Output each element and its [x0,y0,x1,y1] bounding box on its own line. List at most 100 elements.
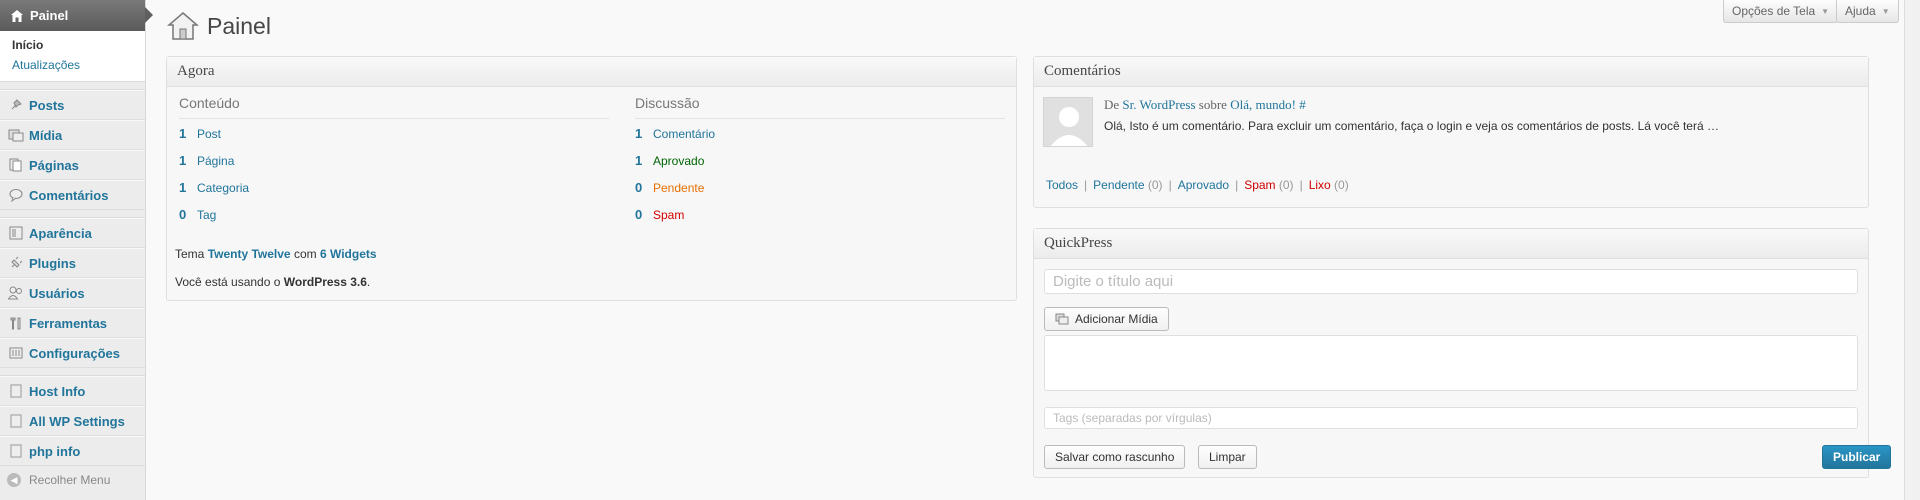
comment-permalink[interactable]: # [1299,97,1306,112]
comment-filters: Todos | Pendente (0) | Aprovado | Spam (… [1046,178,1349,192]
stat-tags[interactable]: 0 Tag [179,207,216,222]
theme-prefix: Tema [175,247,205,261]
stat-categories[interactable]: 1 Categoria [179,180,249,195]
widgets-link[interactable]: 6 Widgets [320,247,377,261]
generic-page-icon [7,383,25,399]
menu-item-comentarios[interactable]: Comentários [0,180,145,210]
home-icon [9,8,25,24]
menu-item-label: Configurações [29,345,121,361]
menu-item-ferramentas[interactable]: Ferramentas [0,308,145,338]
filter-lixo[interactable]: Lixo (0) [1309,178,1349,192]
menu-item-midia[interactable]: Mídia [0,120,145,150]
page-title: Painel [166,10,271,42]
stat-count: 1 [635,153,643,168]
stat-pages[interactable]: 1 Página [179,153,234,168]
vertical-scrollbar[interactable] [1904,0,1920,500]
menu-item-usuarios[interactable]: Usuários [0,278,145,308]
stat-posts[interactable]: 1 Post [179,126,221,141]
appearance-icon [7,225,25,241]
add-media-label: Adicionar Mídia [1075,312,1158,326]
menu-item-plugins[interactable]: Plugins [0,248,145,278]
menu-item-configuracoes[interactable]: Configurações [0,338,145,368]
menu-item-painel[interactable]: Painel [0,0,153,31]
stat-count: 1 [179,153,187,168]
menu-item-label: Host Info [29,383,86,399]
menu-item-label: Páginas [29,157,79,173]
pages-icon [7,157,25,173]
stat-pending[interactable]: 0 Pendente [635,180,704,195]
menu-separator [0,210,145,218]
tags-input[interactable]: Tags (separadas por vírgulas) [1044,407,1858,429]
theme-link[interactable]: Twenty Twelve [208,247,291,261]
menu-item-label: Ferramentas [29,315,108,331]
menu-item-label: Usuários [29,285,85,301]
stat-label: Categoria [197,180,250,195]
content-heading: Conteúdo [179,95,240,111]
discussion-heading: Discussão [635,95,700,111]
comments-title[interactable]: Comentários [1034,57,1868,87]
menu-item-host-info[interactable]: Host Info [0,376,145,406]
stat-label: Pendente [653,180,705,195]
stat-spam[interactable]: 0 Spam [635,207,684,222]
comments-widget: Comentários De Sr. WordPress sobre Olá, … [1033,56,1869,208]
collapse-menu-button[interactable]: ◀ Recolher Menu [0,466,145,494]
help-label: Ajuda [1845,4,1876,18]
divider [635,118,1005,119]
menu-item-aparencia[interactable]: Aparência [0,218,145,248]
stat-comments[interactable]: 1 Comentário [635,126,715,141]
save-draft-button[interactable]: Salvar como rascunho [1044,445,1186,469]
menu-item-label: php info [29,443,81,459]
version-value: WordPress 3.6 [283,275,367,289]
quickpress-title[interactable]: QuickPress [1034,229,1868,259]
version-info: Você está usando o WordPress 3.6. [175,275,370,289]
post-title-input[interactable]: Digite o título aqui [1044,269,1858,294]
stat-approved[interactable]: 1 Aprovado [635,153,704,168]
avatar [1043,97,1093,147]
meta-sobre: sobre [1198,97,1227,112]
stat-count: 1 [179,180,187,195]
dropdown-arrow-icon: ▼ [1881,6,1890,16]
screen-options-button[interactable]: Opções de Tela ▼ [1723,0,1839,23]
menu-head-label: Painel [30,8,69,23]
stat-count: 1 [635,126,643,141]
post-content-textarea[interactable] [1044,335,1858,391]
filter-todos[interactable]: Todos [1046,178,1078,192]
filter-aprovado[interactable]: Aprovado [1178,178,1229,192]
post-link[interactable]: Olá, mundo! [1230,97,1296,112]
help-button[interactable]: Ajuda ▼ [1836,0,1899,23]
comment-meta: De Sr. WordPress sobre Olá, mundo! # [1104,97,1306,113]
media-icon [7,127,25,143]
agora-title[interactable]: Agora [167,57,1016,87]
stat-label: Comentário [653,126,716,141]
filter-pendente[interactable]: Pendente (0) [1093,178,1162,192]
filter-label: Lixo [1308,178,1331,192]
stat-label: Tag [197,207,217,222]
author-link[interactable]: Sr. WordPress [1122,97,1195,112]
menu-item-all-wp-settings[interactable]: All WP Settings [0,406,145,436]
separator: | [1168,178,1172,192]
settings-icon [7,345,25,361]
reset-button[interactable]: Limpar [1198,445,1257,469]
menu-item-php-info[interactable]: php info [0,436,145,466]
submenu-item-atualizacoes[interactable]: Atualizações [0,55,145,75]
stat-label: Post [197,126,222,141]
filter-label: Todos [1046,178,1079,192]
filter-label: Spam [1244,178,1276,192]
menu-item-label: Plugins [29,255,76,271]
publish-button[interactable]: Publicar [1822,445,1892,469]
stat-count: 0 [179,207,187,222]
add-media-button[interactable]: Adicionar Mídia [1044,307,1169,331]
collapse-arrow-icon: ◀ [7,473,21,487]
menu-item-posts[interactable]: Posts [0,90,145,120]
media-icon [1055,313,1069,325]
pin-icon [7,97,25,113]
submenu-item-inicio[interactable]: Início [0,35,145,55]
menu-item-label: Posts [29,97,65,113]
menu-item-paginas[interactable]: Páginas [0,150,145,180]
comment-excerpt: Olá, Isto é um comentário. Para excluir … [1104,119,1719,133]
version-prefix: Você está usando o [175,275,281,289]
filter-spam[interactable]: Spam (0) [1244,178,1293,192]
theme-info: Tema Twenty Twelve com 6 Widgets [175,247,377,261]
dashboard-submenu: Início Atualizações [0,31,145,82]
screen-options-label: Opções de Tela [1732,4,1816,18]
